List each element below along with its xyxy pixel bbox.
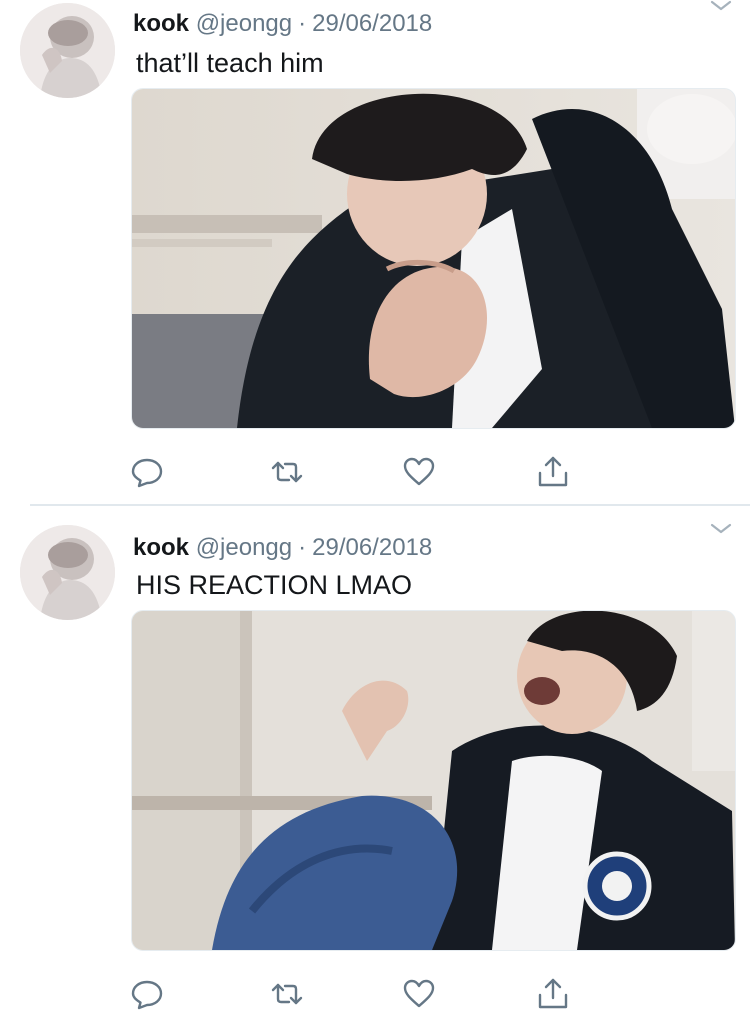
- tweet-actions: [130, 977, 590, 1011]
- heart-icon: [403, 457, 435, 486]
- heart-icon: [403, 979, 435, 1008]
- author-name[interactable]: kook: [133, 10, 189, 37]
- retweet-button[interactable]: [270, 455, 306, 489]
- author-name[interactable]: kook: [133, 534, 189, 561]
- reply-icon: [131, 980, 163, 1010]
- tweet-text: that’ll teach him: [136, 48, 324, 78]
- share-icon: [538, 978, 568, 1009]
- avatar[interactable]: [20, 3, 115, 98]
- like-button[interactable]: [402, 977, 438, 1011]
- separator: ·: [298, 10, 307, 37]
- tweet-date[interactable]: 29/06/2018: [312, 10, 432, 37]
- reply-icon: [131, 458, 163, 488]
- retweet-icon: [271, 983, 303, 1005]
- divider: [30, 504, 750, 506]
- retweet-button[interactable]: [270, 977, 306, 1011]
- chevron-down-icon[interactable]: [710, 0, 732, 12]
- tweet-header: kook @jeongg · 29/06/2018: [133, 7, 432, 41]
- tweet[interactable]: kook @jeongg · 29/06/2018 that’ll teach hi…: [0, 0, 750, 505]
- tweet-media-image[interactable]: [131, 610, 736, 951]
- retweet-icon: [271, 461, 303, 483]
- tweet-actions: [130, 455, 590, 489]
- avatar[interactable]: [20, 525, 115, 620]
- separator: ·: [298, 534, 307, 561]
- reply-button[interactable]: [130, 977, 166, 1011]
- tweet-text: HIS REACTION LMAO: [136, 570, 413, 600]
- author-handle[interactable]: @jeongg: [196, 534, 292, 561]
- tweet-media-image[interactable]: [131, 88, 736, 429]
- chevron-down-icon[interactable]: [710, 523, 732, 535]
- tweet-header: kook @jeongg · 29/06/2018: [133, 531, 432, 565]
- share-button[interactable]: [536, 977, 572, 1011]
- tweet[interactable]: kook @jeongg · 29/06/2018 HIS REACTION LMA…: [0, 507, 750, 1021]
- reply-button[interactable]: [130, 455, 166, 489]
- author-handle[interactable]: @jeongg: [196, 10, 292, 37]
- like-button[interactable]: [402, 455, 438, 489]
- share-button[interactable]: [536, 455, 572, 489]
- share-icon: [538, 456, 568, 487]
- tweet-date[interactable]: 29/06/2018: [312, 534, 432, 561]
